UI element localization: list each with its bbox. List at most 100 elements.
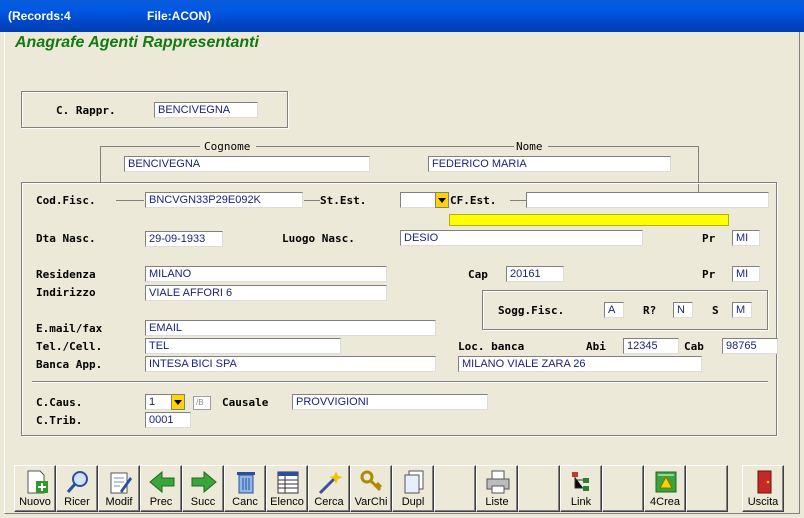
stest-label: St.Est.	[320, 194, 367, 207]
search-icon	[66, 471, 88, 493]
chevron-down-icon	[174, 399, 182, 405]
stest-select[interactable]	[400, 192, 436, 208]
list-icon	[277, 471, 299, 494]
records-count: (Records:4	[8, 9, 71, 23]
tree-icon	[572, 472, 589, 491]
prec-button[interactable]: Prec	[140, 465, 182, 512]
ccaus-label: C.Caus.	[36, 396, 83, 409]
codfisc-connector	[116, 200, 144, 201]
ricer-button[interactable]: Ricer	[56, 465, 98, 512]
bottom-toolbar: Nuovo Ricer Modif Prec Succ Canc Elenco …	[14, 465, 784, 512]
dtanasc-field[interactable]: 29-09-1933	[145, 231, 223, 247]
chevron-down-icon	[438, 197, 446, 203]
exit-door-icon	[757, 470, 772, 494]
tel-label: Tel./Cell.	[36, 340, 103, 353]
rappr-label: C. Rappr.	[56, 104, 116, 117]
cfest-label: CF.Est.	[450, 194, 497, 207]
empty-button-4[interactable]	[686, 465, 728, 512]
sogg-field[interactable]: A	[604, 302, 624, 318]
modif-button[interactable]: Modif	[98, 465, 140, 512]
varchi-button[interactable]: VarChi	[350, 465, 392, 512]
ccaus-dropdown-button[interactable]	[171, 394, 185, 410]
luogonasc-field[interactable]: DESIO	[400, 230, 643, 246]
sogg-label: Sogg.Fisc.	[498, 304, 565, 317]
sogg-s-label: S	[712, 304, 719, 317]
pr-res-label: Pr	[702, 268, 716, 281]
magic-wand-icon	[318, 471, 343, 495]
abi-label: Abi	[586, 340, 606, 353]
pr-nasc-field[interactable]: MI	[732, 230, 760, 246]
window-titlebar: (Records:4 File:ACON)	[0, 0, 804, 32]
nome-bracket-right	[548, 146, 699, 147]
section-divider-highlight	[32, 382, 768, 383]
liste-button[interactable]: Liste	[476, 465, 518, 512]
residenza-label: Residenza	[36, 268, 96, 281]
stest-dropdown-button[interactable]	[435, 192, 449, 208]
succ-button[interactable]: Succ	[182, 465, 224, 512]
abi-field[interactable]: 12345	[623, 338, 679, 354]
banca-label: Banca App.	[36, 358, 103, 371]
cap-label: Cap	[468, 268, 488, 281]
link-button[interactable]: Link	[560, 465, 602, 512]
pr-res-field[interactable]: MI	[732, 266, 760, 282]
cab-label: Cab	[684, 340, 704, 353]
cognome-bracket-left	[100, 146, 200, 147]
cap-field[interactable]: 20161	[506, 266, 564, 282]
indirizzo-label: Indirizzo	[36, 286, 96, 299]
edit-icon	[110, 472, 132, 494]
indirizzo-field[interactable]: VIALE AFFORI 6	[145, 285, 387, 301]
nome-label: Nome	[516, 140, 543, 153]
stest-connector	[304, 200, 320, 201]
rappr-field[interactable]: BENCIVEGNA	[154, 102, 258, 118]
create-icon	[655, 471, 677, 493]
cab-field[interactable]: 98765	[722, 338, 778, 354]
email-field[interactable]: EMAIL	[145, 320, 436, 336]
email-label: E.mail/fax	[36, 322, 103, 335]
cognome-field[interactable]: BENCIVEGNA	[124, 156, 370, 172]
arrow-left-icon	[149, 470, 175, 494]
ccaus-small-box: /B	[193, 396, 211, 410]
keys-icon	[360, 470, 383, 492]
crea-button[interactable]: 4Crea	[644, 465, 686, 512]
sogg-s-field[interactable]: M	[732, 302, 752, 318]
causale-field[interactable]: PROVVIGIONI	[292, 394, 488, 410]
sogg-r-label: R?	[643, 304, 657, 317]
file-name: File:ACON)	[147, 9, 211, 23]
new-doc-icon	[27, 470, 48, 494]
cerca-button[interactable]: Cerca	[308, 465, 350, 512]
nome-field[interactable]: FEDERICO MARIA	[428, 156, 671, 172]
form-title: Anagrafe Agenti Rappresentanti	[15, 34, 259, 51]
pr-nasc-label: Pr	[702, 232, 716, 245]
ctrib-field[interactable]: 0001	[145, 412, 191, 428]
ccaus-select[interactable]: 1	[145, 394, 173, 410]
locbanca-field[interactable]: MILANO VIALE ZARA 26	[458, 356, 702, 372]
arrow-right-icon	[191, 470, 217, 494]
cfest-field[interactable]	[526, 192, 769, 208]
sogg-r-field[interactable]: N	[673, 302, 693, 318]
locbanca-label: Loc. banca	[458, 340, 525, 353]
cognome-bracket-right	[256, 146, 514, 147]
empty-button-3[interactable]	[602, 465, 644, 512]
residenza-field[interactable]: MILANO	[145, 266, 387, 282]
cfest-connector	[510, 200, 526, 201]
dupl-button[interactable]: Dupl	[392, 465, 434, 512]
empty-button-1[interactable]	[434, 465, 476, 512]
cognome-label: Cognome	[204, 140, 251, 153]
duplicate-icon	[404, 470, 424, 494]
codfisc-field[interactable]: BNCVGN33P29E092K	[145, 192, 303, 208]
nuovo-button[interactable]: Nuovo	[14, 465, 56, 512]
ctrib-label: C.Trib.	[36, 414, 83, 427]
luogonasc-label: Luogo Nasc.	[282, 232, 355, 245]
printer-icon	[486, 470, 510, 494]
uscita-button[interactable]: Uscita	[742, 465, 784, 512]
banca-field[interactable]: INTESA BICI SPA	[145, 356, 436, 372]
bracket-left-vertical	[100, 146, 101, 182]
tel-field[interactable]: TEL	[145, 338, 341, 354]
highlight-bar	[449, 214, 729, 226]
canc-button[interactable]: Canc	[224, 465, 266, 512]
elenco-button[interactable]: Elenco	[266, 465, 308, 512]
causale-label: Causale	[222, 396, 269, 409]
codfisc-label: Cod.Fisc.	[36, 194, 96, 207]
dtanasc-label: Dta Nasc.	[36, 232, 96, 245]
empty-button-2[interactable]	[518, 465, 560, 512]
